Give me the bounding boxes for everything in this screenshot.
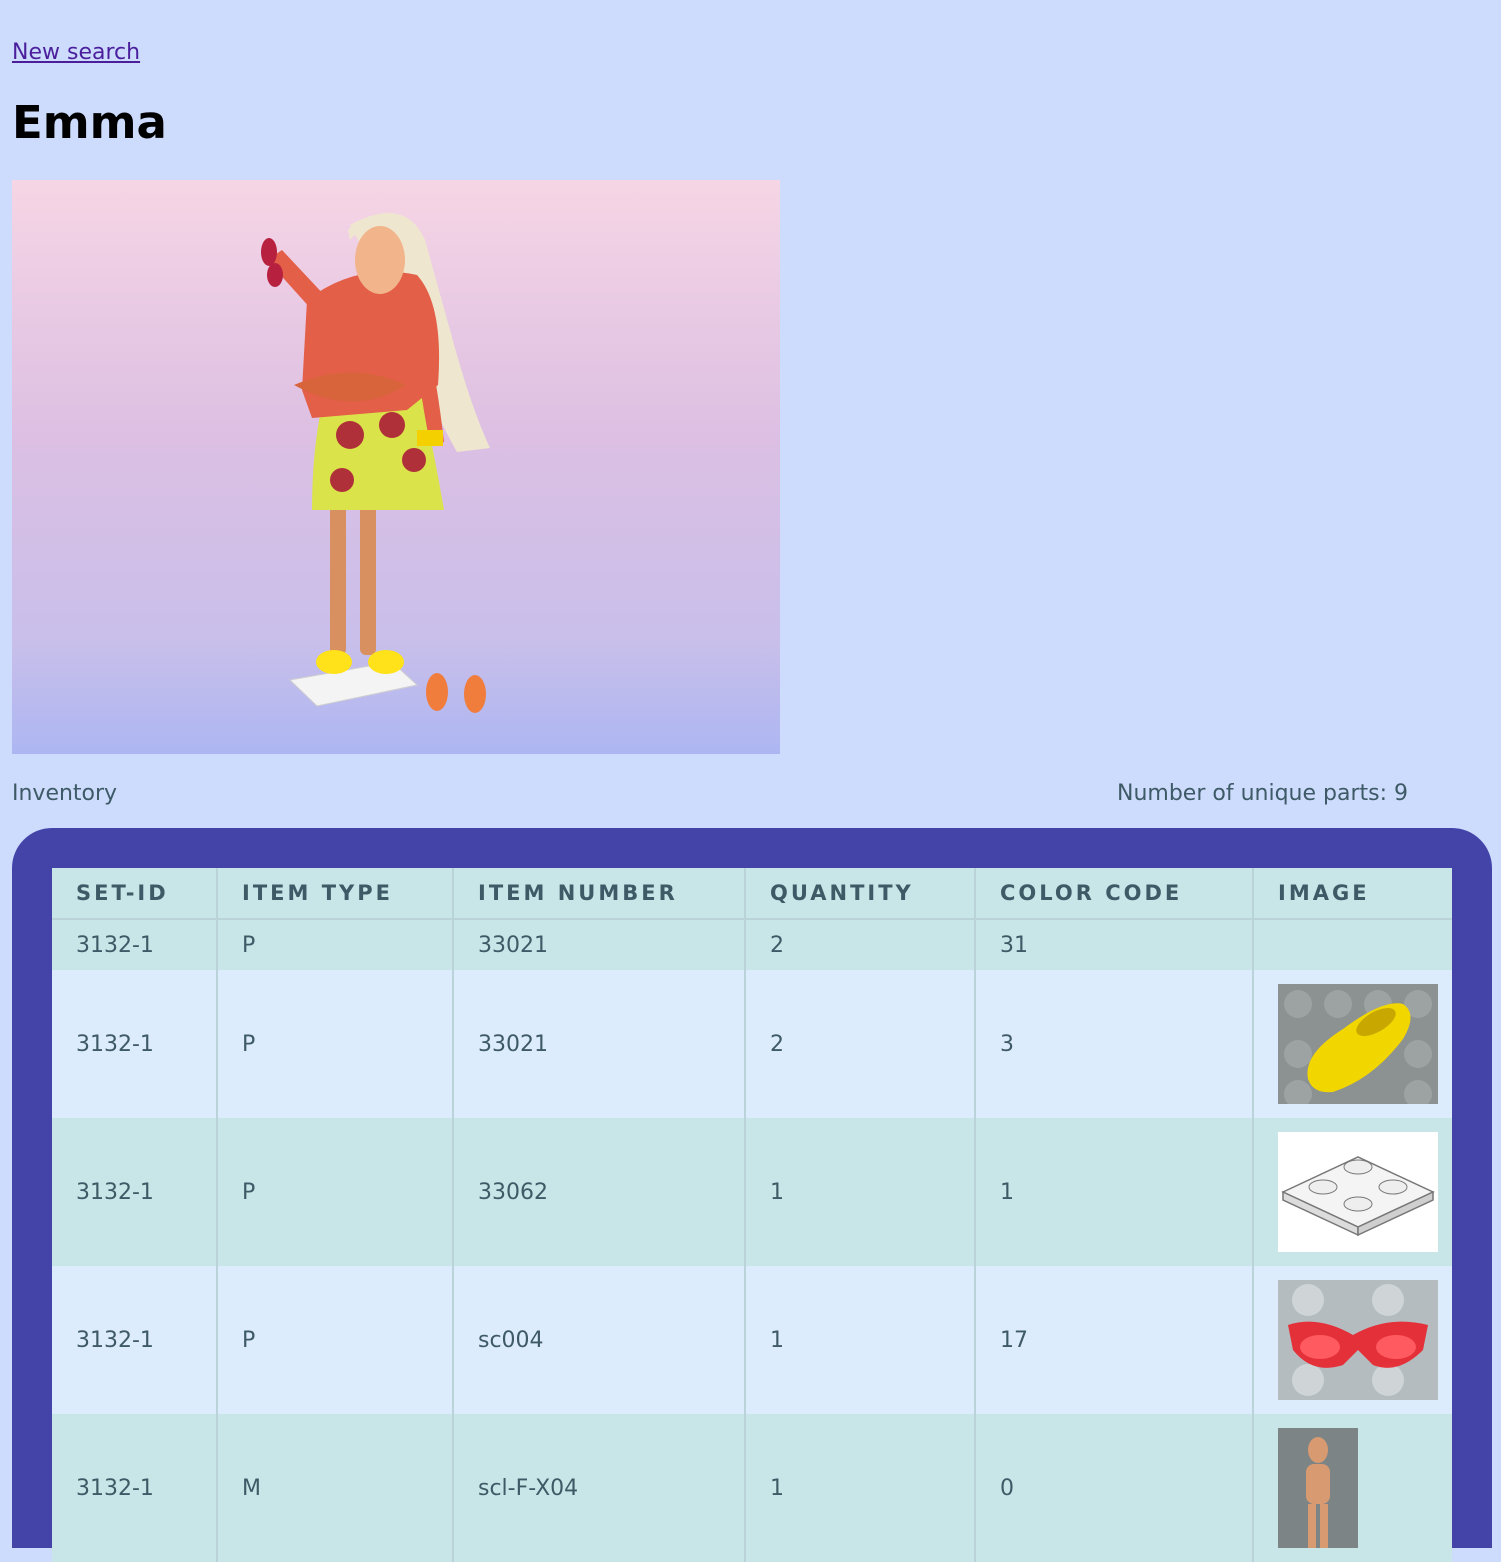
- cell-item-number: scl-F-X04: [453, 1414, 746, 1562]
- table-row: 3132-1 M scl-F-X04 1 0: [52, 1414, 1452, 1562]
- yellow-shoe-part-image: [1278, 984, 1438, 1104]
- set-title: Emma: [12, 96, 167, 149]
- red-sunglasses-part-image: [1278, 1280, 1438, 1400]
- cell-image: [1253, 1414, 1452, 1562]
- set-image: [12, 180, 780, 754]
- cell-color-code: 1: [975, 1118, 1254, 1266]
- cell-item-type: P: [217, 1118, 454, 1266]
- table-header-row: SET-ID ITEM TYPE ITEM NUMBER QUANTITY CO…: [52, 868, 1452, 920]
- cell-image: [1253, 1266, 1452, 1414]
- cell-set-id: 3132-1: [52, 919, 218, 970]
- table-row: 3132-1 P 33021 2 3: [52, 970, 1452, 1118]
- cell-quantity: 1: [745, 1118, 976, 1266]
- cell-quantity: 1: [745, 1266, 976, 1414]
- cell-item-number: 33062: [453, 1118, 746, 1266]
- column-header-item-number: ITEM NUMBER: [453, 868, 746, 920]
- cell-set-id: 3132-1: [52, 1118, 218, 1266]
- doll-illustration: [261, 213, 490, 713]
- column-header-image: IMAGE: [1253, 868, 1452, 920]
- cell-item-number: 33021: [453, 919, 746, 970]
- column-header-color-code: COLOR CODE: [975, 868, 1254, 920]
- column-header-item-type: ITEM TYPE: [217, 868, 454, 920]
- cell-item-number: sc004: [453, 1266, 746, 1414]
- cell-color-code: 17: [975, 1266, 1254, 1414]
- new-search-link[interactable]: New search: [12, 40, 140, 65]
- cell-item-type: P: [217, 919, 454, 970]
- cell-set-id: 3132-1: [52, 1414, 218, 1562]
- cell-color-code: 0: [975, 1414, 1254, 1562]
- cell-color-code: 31: [975, 919, 1254, 970]
- white-plate-part-image: [1278, 1132, 1438, 1252]
- cell-quantity: 2: [745, 970, 976, 1118]
- cell-item-type: P: [217, 970, 454, 1118]
- table-row: 3132-1 P 33062 1 1: [52, 1118, 1452, 1266]
- cell-quantity: 1: [745, 1414, 976, 1562]
- cell-image-empty: [1253, 919, 1452, 970]
- doll-figure-part-image: [1278, 1428, 1358, 1548]
- inventory-table: SET-ID ITEM TYPE ITEM NUMBER QUANTITY CO…: [52, 868, 1452, 1562]
- cell-color-code: 3: [975, 970, 1254, 1118]
- column-header-set-id: SET-ID: [52, 868, 218, 920]
- cell-item-number: 33021: [453, 970, 746, 1118]
- table-row: 3132-1 P 33021 2 31: [52, 919, 1452, 970]
- inventory-label: Inventory: [12, 781, 118, 806]
- inventory-table-frame: SET-ID ITEM TYPE ITEM NUMBER QUANTITY CO…: [12, 828, 1492, 1562]
- cell-item-type: M: [217, 1414, 454, 1562]
- cell-image: [1253, 970, 1452, 1118]
- cell-image: [1253, 1118, 1452, 1266]
- cell-set-id: 3132-1: [52, 1266, 218, 1414]
- cell-quantity: 2: [745, 919, 976, 970]
- cell-set-id: 3132-1: [52, 970, 218, 1118]
- table-row: 3132-1 P sc004 1 17: [52, 1266, 1452, 1414]
- unique-parts-count: Number of unique parts: 9: [1117, 781, 1408, 806]
- column-header-quantity: QUANTITY: [745, 868, 976, 920]
- cell-item-type: P: [217, 1266, 454, 1414]
